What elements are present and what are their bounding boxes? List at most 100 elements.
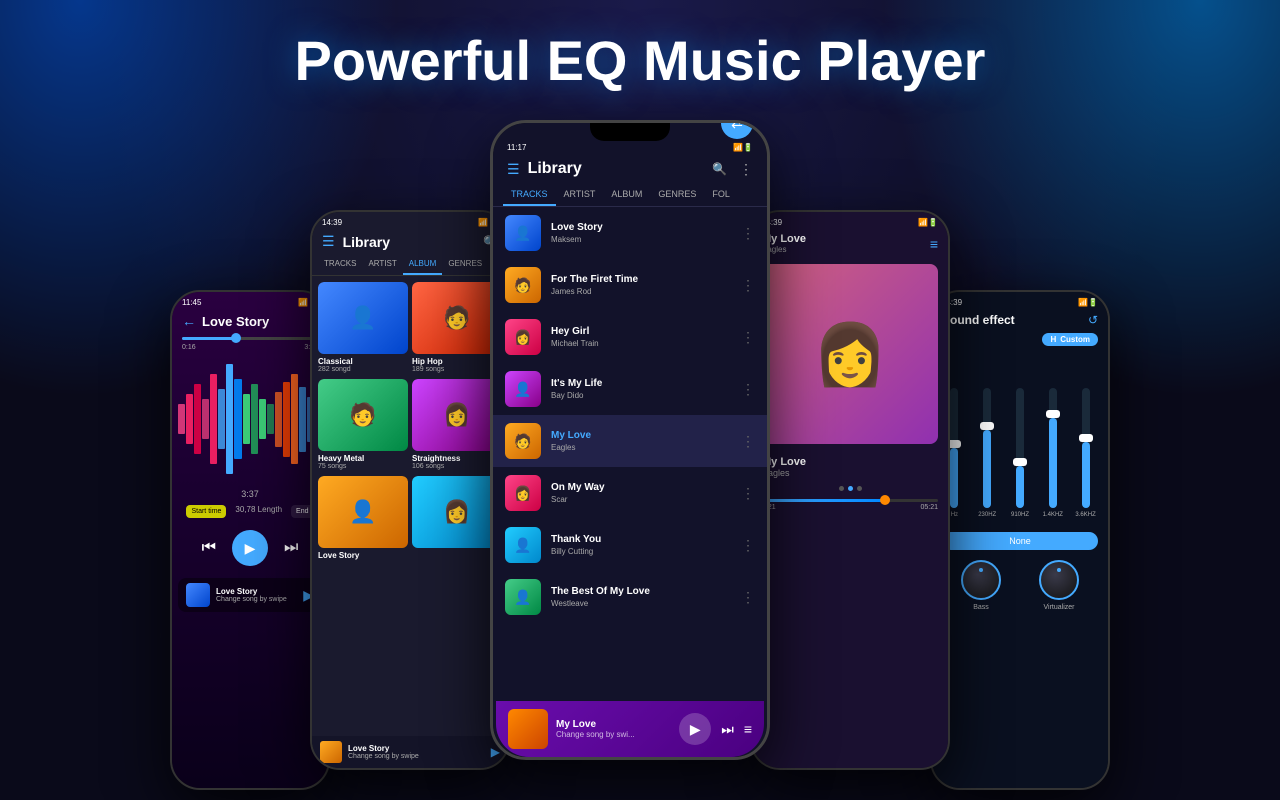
eq-sliders: Hz 230HZ 910HZ xyxy=(932,348,1108,528)
track-thumb-2: 🧑 xyxy=(505,267,541,303)
track-more-8[interactable]: ⋮ xyxy=(741,589,755,606)
progress-area-4: 0:21 05:21 xyxy=(752,497,948,515)
tab-tracks[interactable]: TRACKS xyxy=(318,254,362,275)
track-more-5[interactable]: ⋮ xyxy=(741,433,755,450)
playlist-icon-4[interactable]: ≡ xyxy=(930,236,938,252)
track-hey-girl[interactable]: 👩 Hey Girl Michael Train ⋮ xyxy=(493,311,767,363)
track-on-my-way[interactable]: 👩 On My Way Scar ⋮ xyxy=(493,467,767,519)
menu-icon-3[interactable]: ☰ xyxy=(507,161,520,178)
waveform xyxy=(178,359,322,479)
bass-knob[interactable] xyxy=(961,560,1001,600)
knobs-row: Bass Virtualizer xyxy=(932,554,1108,617)
np-bar-playlist-btn[interactable]: ≡ xyxy=(744,721,752,737)
status-bar-2: 14:39 📶🔋 xyxy=(312,212,508,229)
album-art: 👩 xyxy=(762,264,938,444)
phone-library-album: 14:39 📶🔋 ☰ Library 🔍 TRACKS ARTIST ALBUM… xyxy=(310,210,510,770)
track-love-story[interactable]: 👤 Love Story Maksem ⋮ xyxy=(493,207,767,259)
status-bar-1: 11:45 📶🔋 xyxy=(172,292,328,309)
status-bar-4: 14:39 📶🔋 xyxy=(752,212,948,229)
tab-fol-3[interactable]: FOL xyxy=(704,184,738,206)
tab-artist[interactable]: ARTIST xyxy=(362,254,402,275)
play-btn[interactable]: ▶ xyxy=(232,530,268,566)
album-grid: 👤 Classical 282 songd 🧑 Hip Hop 189 song… xyxy=(312,276,508,568)
virtualizer-knob-col: Virtualizer xyxy=(1039,560,1079,611)
phone-library-tracks: 11:17 📶🔋 ☰ Library 🔍 ⋮ TRACKS ARTIST ALB… xyxy=(490,120,770,760)
eq-band-4: 1.4KHZ xyxy=(1038,388,1067,518)
controls-4: ➕ ⏮ ⏸ ⏭ ⇄ xyxy=(752,525,932,768)
album-hiphop[interactable]: 🧑 Hip Hop 189 songs xyxy=(412,282,502,375)
back-icon[interactable]: ← xyxy=(182,313,196,329)
track-its-my-life[interactable]: 👤 It's My Life Bay Dido ⋮ xyxy=(493,363,767,415)
library-tabs: TRACKS ARTIST ALBUM GENRES FOL xyxy=(312,254,508,276)
song-title: Love Story xyxy=(202,314,269,329)
progress-bar[interactable] xyxy=(182,337,318,340)
page-dots xyxy=(752,480,948,497)
track-my-love[interactable]: 🧑 My Love Eagles ⋮ xyxy=(493,415,767,467)
status-bar-3: 11:17 📶🔋 xyxy=(493,141,767,154)
eq-header: Sound effect ↺ xyxy=(932,309,1108,331)
phone-eq: 14:39 📶🔋 Sound effect ↺ HCustom xyxy=(930,290,1110,790)
track-thumb-4: 👤 xyxy=(505,371,541,407)
bass-knob-col: Bass xyxy=(961,560,1001,611)
virtualizer-knob[interactable] xyxy=(1039,560,1079,600)
tab-genres-3[interactable]: GENRES xyxy=(650,184,704,206)
tab-artist-3[interactable]: ARTIST xyxy=(556,184,604,206)
bottom-bar-2: Love Story Change song by swipe ▶ xyxy=(312,736,508,768)
next-btn[interactable]: ⏭ xyxy=(284,539,298,557)
playback-controls: ⏮ ▶ ⏭ xyxy=(172,522,328,574)
now-playing-header: My Love Eagles ≡ xyxy=(752,229,948,258)
tab-album-3[interactable]: ALBUM xyxy=(603,184,650,206)
song-info-4: My Love Eagles xyxy=(752,450,948,480)
phone-now-playing: 14:39 📶🔋 My Love Eagles ≡ 👩 My Love Eagl… xyxy=(750,210,950,770)
album-extra[interactable]: 👩 xyxy=(412,476,502,562)
np-bar-play-btn[interactable]: ▶ xyxy=(679,713,711,745)
time-controls[interactable]: Start time 30,78 Length End xyxy=(172,501,328,522)
notch xyxy=(590,123,670,141)
track-thank-you[interactable]: 👤 Thank You Billy Cutting ⋮ xyxy=(493,519,767,571)
track-more-3[interactable]: ⋮ xyxy=(741,329,755,346)
track-for-the-first-time[interactable]: 🧑 For The Firet Time James Rod ⋮ xyxy=(493,259,767,311)
tab-tracks-active[interactable]: TRACKS xyxy=(503,184,556,206)
eq-band-5: 3.6KHZ xyxy=(1071,388,1100,518)
page-title: Powerful EQ Music Player xyxy=(0,28,1280,93)
eq-band-2: 230HZ xyxy=(973,388,1002,518)
prev-btn[interactable]: ⏮ xyxy=(202,539,216,557)
none-btn[interactable]: None xyxy=(942,532,1098,550)
custom-badge-row: HCustom xyxy=(932,331,1108,348)
tab-album[interactable]: ALBUM xyxy=(403,254,443,275)
album-straightness[interactable]: 👩 Straightness 106 songs xyxy=(412,379,502,472)
tracks-tabs: TRACKS ARTIST ALBUM GENRES FOL xyxy=(493,184,767,207)
album-classical[interactable]: 👤 Classical 282 songd xyxy=(318,282,408,375)
start-time-btn[interactable]: Start time xyxy=(186,505,226,518)
np-bar-next-btn[interactable]: ⏭ xyxy=(721,721,734,738)
np-bar-thumb xyxy=(508,709,548,749)
refresh-icon-5[interactable]: ↺ xyxy=(1088,313,1098,327)
shuffle-btn[interactable]: ⇄ xyxy=(721,123,753,139)
track-list: 👤 Love Story Maksem ⋮ 🧑 For The Firet Ti… xyxy=(493,207,767,681)
track-more-2[interactable]: ⋮ xyxy=(741,277,755,294)
np-thumb xyxy=(186,583,210,607)
track-thumb-7: 👤 xyxy=(505,527,541,563)
time-labels: 0:16 3:37 xyxy=(172,344,328,351)
app-header-2: ☰ Library 🔍 xyxy=(312,229,508,254)
album-art-image: 👩 xyxy=(762,264,938,444)
custom-badge[interactable]: HCustom xyxy=(1042,333,1098,346)
track-thumb-3: 👩 xyxy=(505,319,541,355)
track-more-4[interactable]: ⋮ xyxy=(741,381,755,398)
more-icon-3[interactable]: ⋮ xyxy=(739,161,753,178)
track-thumb-5: 🧑 xyxy=(505,423,541,459)
p4-progress-bar[interactable] xyxy=(762,499,938,502)
track-more-1[interactable]: ⋮ xyxy=(741,225,755,242)
track-best-of-my-love[interactable]: 👤 The Best Of My Love Westleave ⋮ xyxy=(493,571,767,623)
phones-container: 11:45 📶🔋 ← Love Story 0:16 3:37 xyxy=(0,120,1280,760)
search-icon-3[interactable]: 🔍 xyxy=(712,162,727,176)
player-header: ← Love Story xyxy=(172,309,328,333)
tab-genres[interactable]: GENRES xyxy=(442,254,488,275)
track-more-7[interactable]: ⋮ xyxy=(741,537,755,554)
status-bar-5: 14:39 📶🔋 xyxy=(932,292,1108,309)
menu-icon[interactable]: ☰ xyxy=(322,233,335,250)
track-more-6[interactable]: ⋮ xyxy=(741,485,755,502)
album-lovestory[interactable]: 👤 Love Story xyxy=(318,476,408,562)
now-playing-bar: Love Story Change song by swipe ▶ xyxy=(178,578,322,612)
album-heavymetal[interactable]: 🧑 Heavy Metal 75 songs xyxy=(318,379,408,472)
